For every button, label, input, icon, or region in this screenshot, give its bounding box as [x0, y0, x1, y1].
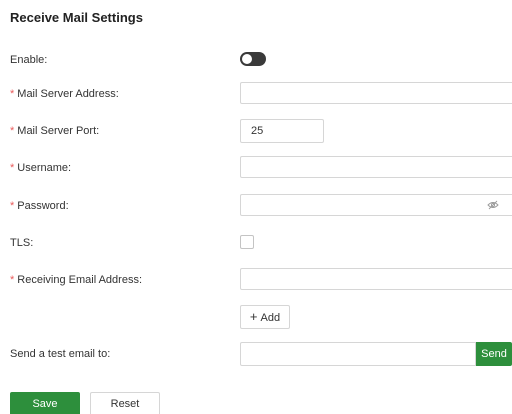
- test-email-label: Send a test email to:: [10, 346, 110, 362]
- test-email-input[interactable]: [240, 342, 476, 366]
- username-label-text: Username: [17, 162, 69, 174]
- password-label-colon: :: [65, 200, 69, 212]
- actions-row: Save Reset: [0, 392, 512, 414]
- enable-toggle[interactable]: [240, 52, 266, 66]
- send-button[interactable]: Send: [476, 342, 512, 366]
- required-mark: *: [10, 200, 15, 212]
- mail-server-port-label-colon: :: [96, 125, 100, 137]
- username-label: * Username:: [10, 160, 71, 176]
- enable-label-text: Enable: [10, 54, 45, 66]
- mail-server-address-label-colon: :: [115, 88, 119, 100]
- password-input[interactable]: [240, 194, 512, 216]
- username-input[interactable]: [240, 156, 512, 178]
- password-label: * Password:: [10, 198, 69, 214]
- enable-label: Enable:: [10, 52, 47, 68]
- required-mark: *: [10, 274, 15, 286]
- tls-checkbox[interactable]: [240, 235, 254, 249]
- receiving-email-address-input[interactable]: [240, 268, 512, 290]
- tls-row: TLS:: [0, 231, 512, 255]
- mail-server-port-label: * Mail Server Port:: [10, 123, 99, 139]
- test-email-row: Send a test email to: Send: [0, 342, 512, 366]
- tls-label: TLS:: [10, 235, 33, 251]
- mail-server-address-label: * Mail Server Address:: [10, 86, 119, 102]
- plus-icon: +: [249, 309, 258, 324]
- mail-server-port-label-text: Mail Server Port: [17, 125, 97, 137]
- reset-button[interactable]: Reset: [90, 392, 160, 414]
- tls-label-text: TLS: [10, 237, 31, 249]
- mail-server-address-input[interactable]: [240, 82, 512, 104]
- receive-mail-settings-page: Receive Mail Settings Enable: * Mail Serv…: [0, 0, 512, 414]
- add-button[interactable]: + Add: [240, 305, 290, 329]
- mail-server-address-row: * Mail Server Address:: [0, 82, 512, 106]
- mail-server-port-row: * Mail Server Port: 25: [0, 119, 512, 143]
- section-title: Receive Mail Settings: [10, 10, 143, 25]
- tls-label-colon: :: [30, 237, 34, 249]
- required-mark: *: [10, 162, 15, 174]
- save-button[interactable]: Save: [10, 392, 80, 414]
- receiving-email-address-label: * Receiving Email Address:: [10, 272, 142, 288]
- eye-hidden-icon[interactable]: [487, 200, 499, 210]
- toggle-knob: [242, 54, 252, 64]
- receiving-email-address-row: * Receiving Email Address:: [0, 268, 512, 292]
- add-row: + Add: [0, 305, 512, 329]
- required-mark: *: [10, 125, 15, 137]
- test-email-label-colon: :: [107, 348, 111, 360]
- mail-server-address-label-text: Mail Server Address: [17, 88, 116, 100]
- required-mark: *: [10, 88, 15, 100]
- password-label-text: Password: [17, 200, 66, 212]
- username-row: * Username:: [0, 156, 512, 180]
- username-label-colon: :: [68, 162, 72, 174]
- receiving-email-address-label-text: Receiving Email Address: [17, 274, 139, 286]
- mail-server-port-input[interactable]: 25: [240, 119, 324, 143]
- test-email-label-text: Send a test email to: [10, 348, 108, 360]
- enable-row: Enable:: [0, 48, 512, 72]
- add-button-label: Add: [260, 312, 281, 324]
- enable-label-colon: :: [44, 54, 48, 66]
- password-row: * Password:: [0, 194, 512, 218]
- receiving-email-address-label-colon: :: [138, 274, 143, 286]
